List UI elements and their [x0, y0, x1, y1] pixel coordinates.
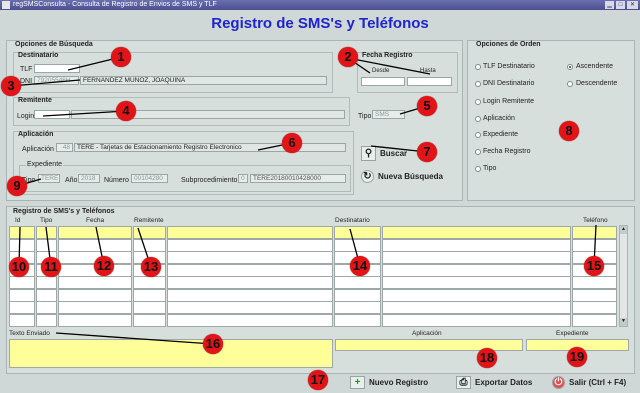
callout-marker: 15 — [584, 256, 604, 276]
callout-marker: 12 — [94, 256, 114, 276]
callout-marker: 1 — [111, 47, 131, 67]
callout-marker: 11 — [41, 257, 61, 277]
callout-marker: 13 — [141, 257, 161, 277]
callout-marker: 16 — [203, 334, 223, 354]
callout-marker: 17 — [308, 370, 328, 390]
callout-marker: 8 — [559, 121, 579, 141]
annotation-lines — [10, 56, 597, 345]
callout-marker: 2 — [338, 47, 358, 67]
callout-marker: 4 — [116, 101, 136, 121]
callout-marker: 5 — [417, 96, 437, 116]
callout-marker: 9 — [7, 176, 27, 196]
callout-marker: 3 — [1, 76, 21, 96]
callout-marker: 6 — [282, 133, 302, 153]
callout-marker: 7 — [417, 142, 437, 162]
callout-marker: 19 — [567, 347, 587, 367]
callout-marker: 18 — [477, 348, 497, 368]
callout-marker: 10 — [9, 257, 29, 277]
callout-marker: 14 — [350, 256, 370, 276]
